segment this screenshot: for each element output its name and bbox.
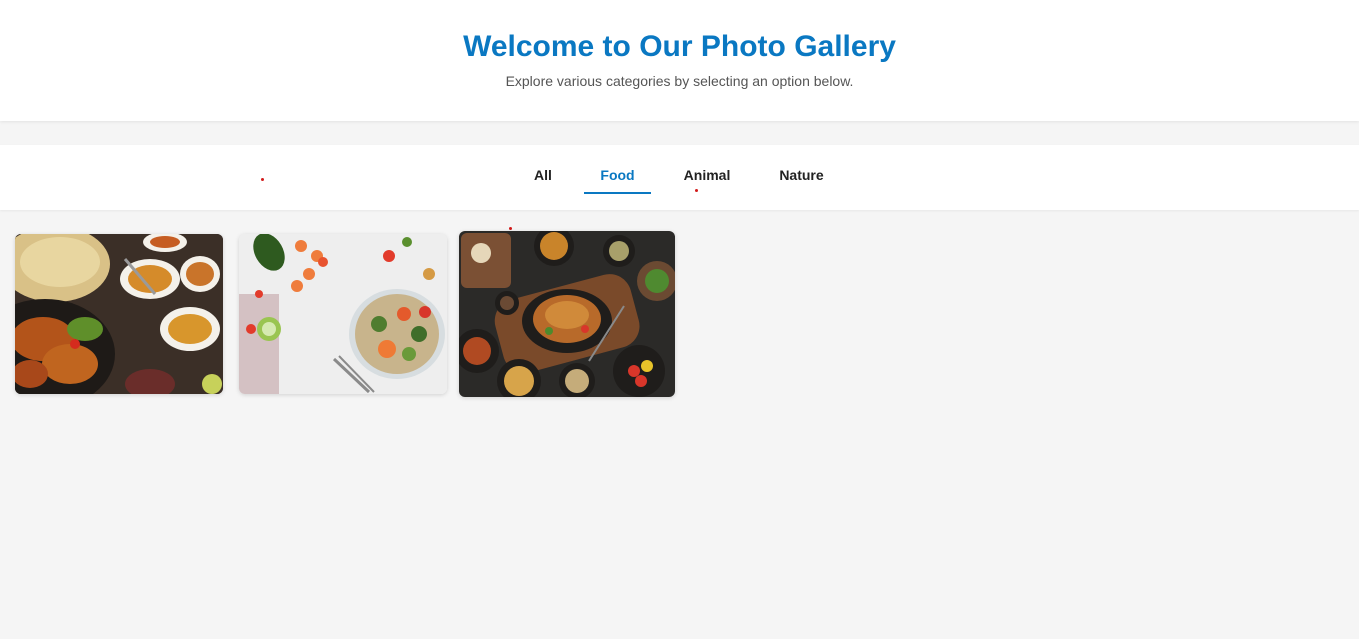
food-photo-roast-chicken	[459, 231, 675, 397]
gallery-image-3[interactable]	[459, 231, 675, 397]
red-marker-dot	[509, 227, 512, 230]
gallery-image-2[interactable]	[239, 234, 447, 394]
category-tabs: All Food Animal Nature	[0, 145, 1359, 210]
tab-nature[interactable]: Nature	[770, 167, 833, 194]
tab-animal[interactable]: Animal	[674, 167, 740, 194]
red-marker-dot	[695, 189, 698, 192]
page-subtitle: Explore various categories by selecting …	[505, 73, 854, 89]
red-marker-dot	[261, 178, 264, 181]
gallery-image-1[interactable]	[15, 234, 223, 394]
tab-all[interactable]: All	[524, 167, 562, 194]
tab-food[interactable]: Food	[584, 167, 651, 194]
food-photo-platter	[15, 234, 223, 394]
page-title: Welcome to Our Photo Gallery	[463, 30, 896, 63]
gallery-page: Welcome to Our Photo Gallery Explore var…	[0, 0, 1359, 639]
page-header: Welcome to Our Photo Gallery Explore var…	[0, 0, 1359, 121]
food-photo-veggie-bowl	[239, 234, 447, 394]
